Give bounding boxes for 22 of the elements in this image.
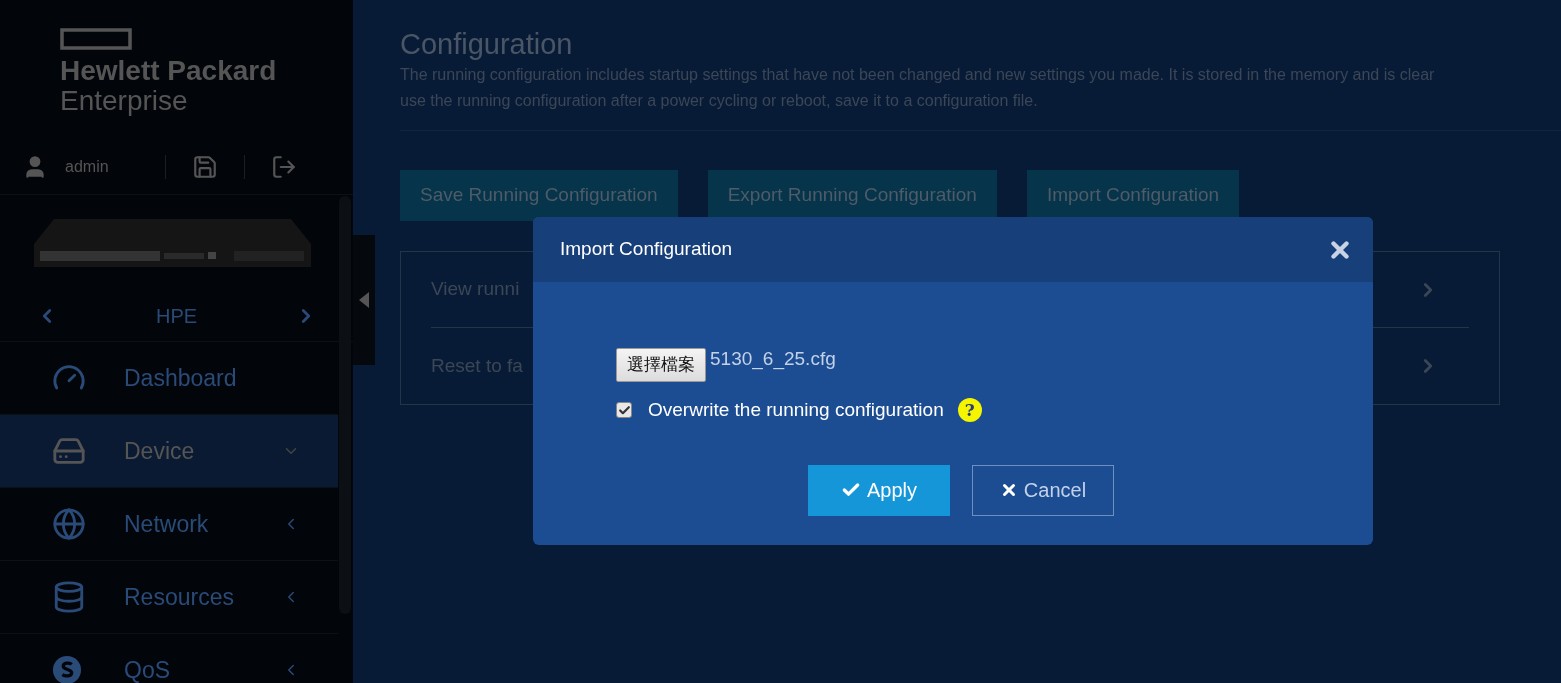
logout-button[interactable] [271,154,297,180]
logo-text: Enterprise [60,86,189,116]
logo-rectangle-icon [60,28,132,50]
page-title: Configuration [400,27,574,62]
device-name: HPE [155,303,198,329]
apply-button[interactable]: Apply [808,464,950,516]
logo-text: Hewlett Packard [60,56,278,86]
file-name: 5130_6_25.cfg [710,347,836,372]
triangle-left-icon [359,292,369,308]
dialog-title: Import Configuration [560,237,733,262]
action-button[interactable]: Save Running Configuration [400,170,678,221]
save-button[interactable] [192,154,218,180]
cancel-button[interactable]: Cancel [972,464,1114,516]
username: admin [65,157,110,177]
database-icon [52,580,86,614]
menu-item[interactable]: Device [0,415,338,488]
overwrite-checkbox[interactable] [616,402,632,419]
globe-icon [52,507,86,541]
overwrite-label: Overwrite the running configuration [648,398,944,422]
choose-file-button[interactable]: 選擇檔案 [616,348,706,382]
collapse-tab[interactable] [353,235,375,365]
help-icon[interactable]: ? [957,398,982,423]
